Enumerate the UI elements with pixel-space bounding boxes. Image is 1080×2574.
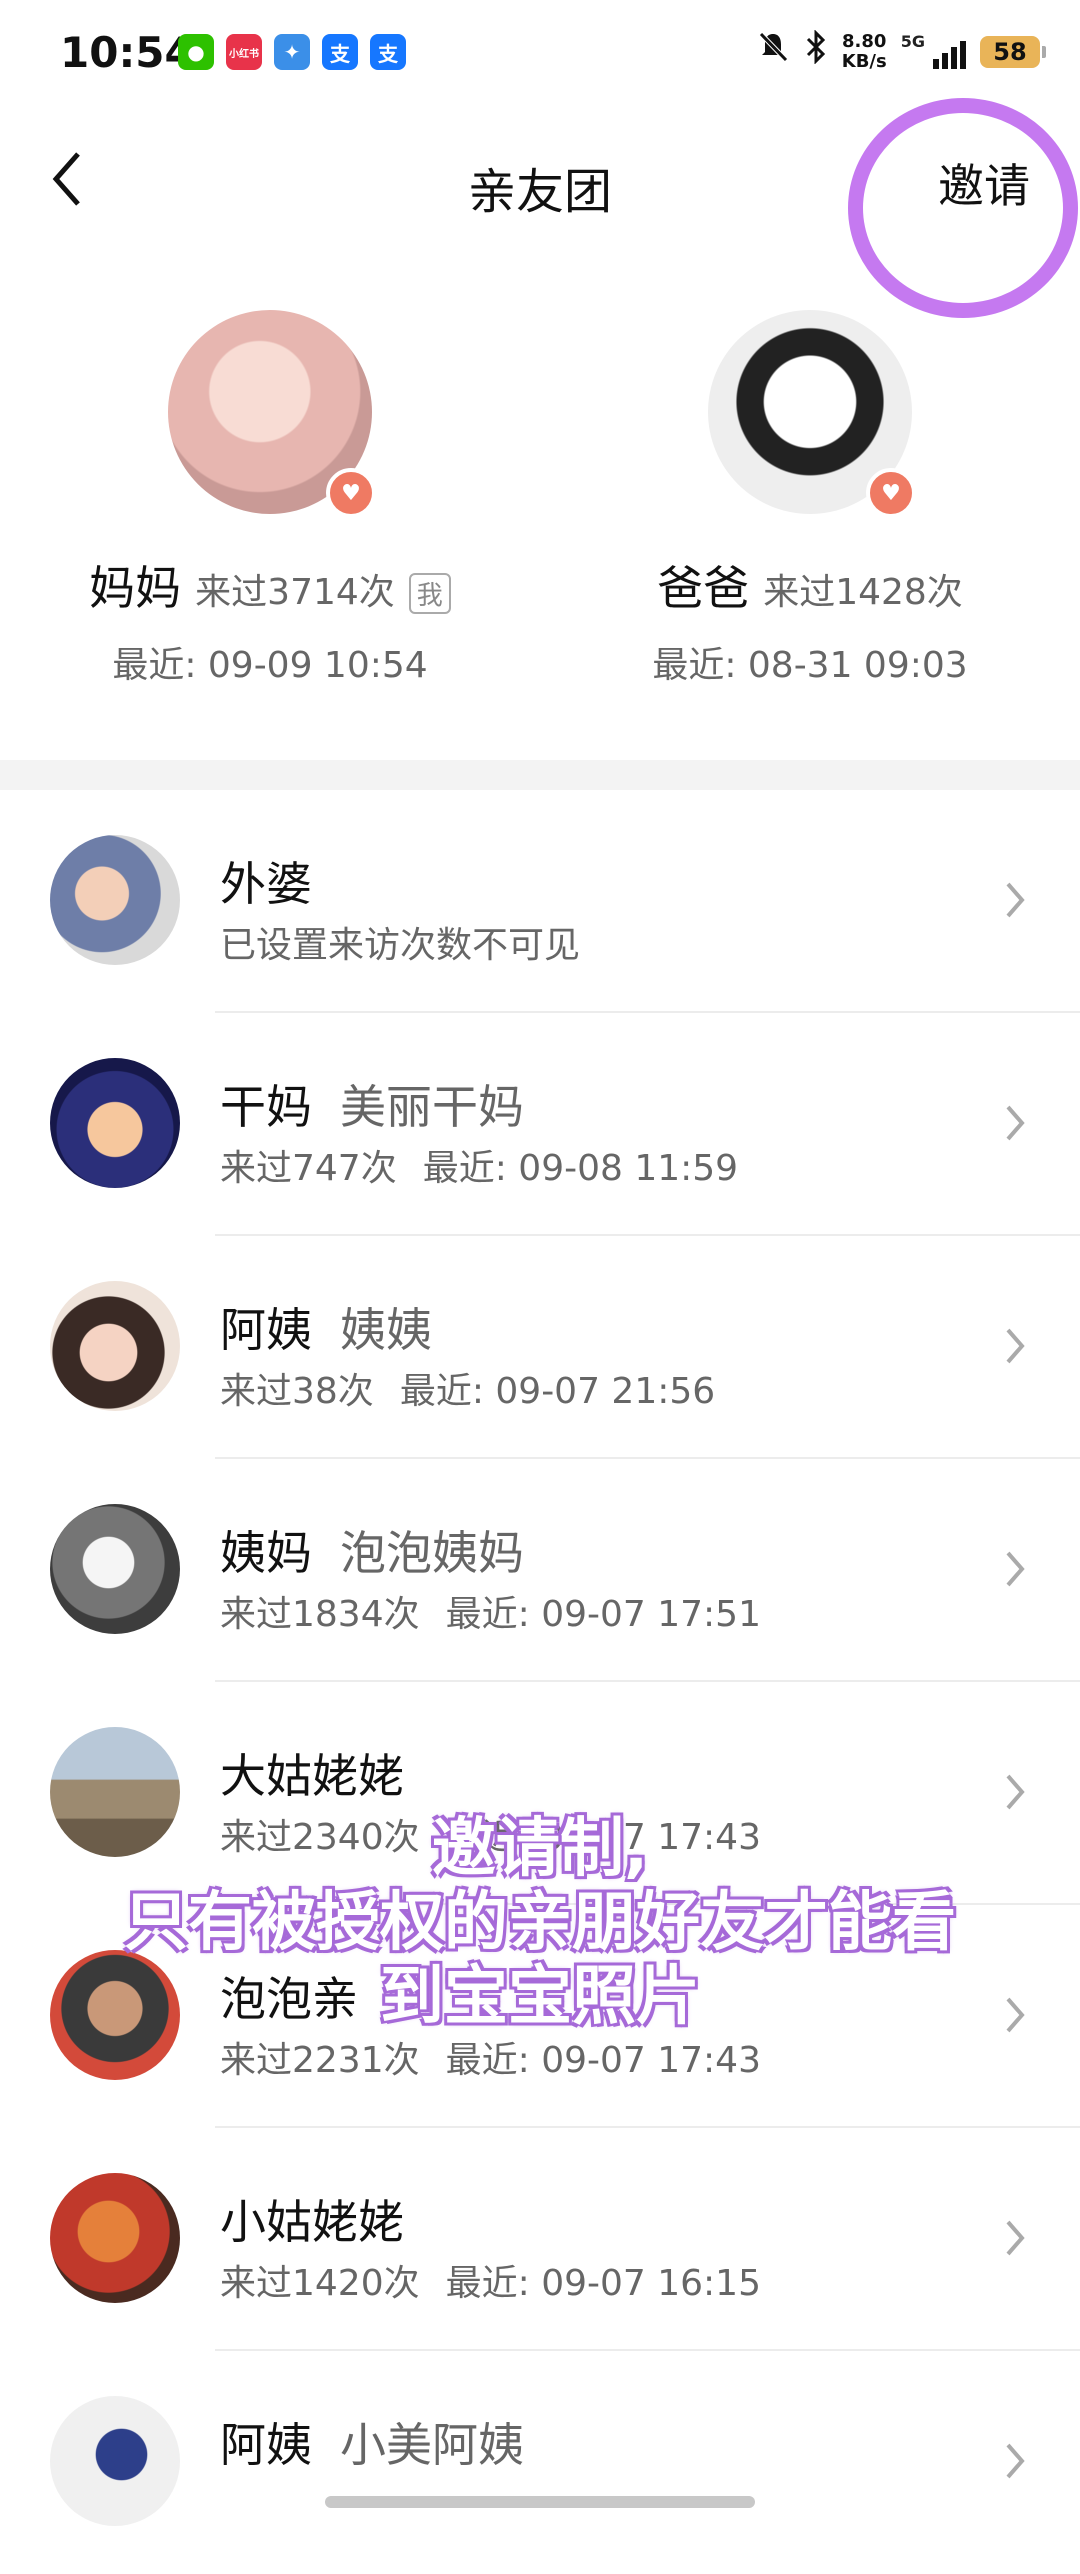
member-nickname: 泡泡姨妈	[340, 1526, 524, 1580]
avatar	[50, 1058, 180, 1188]
avatar	[50, 2173, 180, 2303]
parents-section: ♥ 妈妈 来过3714次 我 最近: 09-09 10:54 ♥ 爸爸 来过14…	[0, 310, 1080, 710]
list-item[interactable]: 姨妈 泡泡姨妈 来过1834次 最近: 09-07 17:51	[0, 1459, 1080, 1682]
mute-icon	[756, 30, 790, 73]
wechat-icon: ●	[178, 34, 214, 70]
bird-app-icon: ✦	[274, 34, 310, 70]
chevron-right-icon	[1006, 882, 1025, 918]
recent-visit: 最近: 09-07 16:15	[445, 2263, 761, 2304]
member-name: 姨妈	[220, 1526, 312, 1580]
alipay-icon: 支	[322, 34, 358, 70]
signal-icon	[933, 35, 966, 69]
chevron-right-icon	[1006, 1551, 1025, 1587]
member-name: 大姑姥姥	[220, 1749, 404, 1803]
recent-visit: 最近: 09-08 11:59	[422, 1148, 739, 1189]
visit-count: 来过38次	[220, 1371, 374, 1412]
me-badge: 我	[408, 573, 451, 614]
chevron-right-icon	[1006, 1328, 1025, 1364]
list-item[interactable]: 阿姨 小美阿姨	[0, 2351, 1080, 2574]
avatar	[50, 1281, 180, 1411]
caption-line-1: 邀请制,	[431, 1812, 649, 1886]
heart-icon: ♥	[326, 468, 376, 518]
visit-count: 已设置来访次数不可见	[220, 925, 581, 966]
notification-icons: ● 小红书 ✦ 支 支	[178, 34, 406, 70]
chevron-right-icon	[1006, 2220, 1025, 2256]
member-nickname: 姨姨	[340, 1303, 432, 1357]
recent-visit: 最近: 09-07 21:56	[399, 1371, 716, 1412]
member-name: 小姑姥姥	[220, 2195, 404, 2249]
parent-card-dad[interactable]: ♥ 爸爸 来过1428次 最近: 08-31 09:03	[540, 310, 1080, 688]
caption-line-2: 只有被授权的亲朋好友才能看	[124, 1886, 956, 1960]
avatar: ♥	[708, 310, 916, 518]
chevron-right-icon	[1006, 2443, 1025, 2479]
recent-visit: 最近: 08-31 09:03	[652, 645, 968, 686]
status-bar: 10:54 ● 小红书 ✦ 支 支 8.80 KB/s 5G 58	[0, 0, 1080, 110]
network-type: 5G	[900, 32, 925, 51]
visit-count: 来过3714次	[195, 572, 395, 613]
xiaohongshu-icon: 小红书	[226, 34, 262, 70]
visit-count: 来过1834次	[220, 1594, 420, 1635]
net-speed: 8.80 KB/s	[841, 30, 887, 72]
status-time: 10:54	[60, 28, 194, 77]
visit-count: 来过1428次	[763, 572, 963, 613]
alipay-icon: 支	[370, 34, 406, 70]
member-name: 干妈	[220, 1080, 312, 1134]
avatar: ♥	[168, 310, 376, 518]
parent-name: 妈妈	[89, 561, 182, 615]
visit-count: 来过747次	[220, 1148, 397, 1189]
status-right: 8.80 KB/s 5G 58	[756, 29, 1046, 73]
member-name: 外婆	[220, 857, 312, 911]
parent-card-mom[interactable]: ♥ 妈妈 来过3714次 我 最近: 09-09 10:54	[0, 310, 540, 688]
avatar	[50, 1504, 180, 1634]
caption-line-3: 到宝宝照片	[380, 1960, 700, 2034]
list-item[interactable]: 外婆 已设置来访次数不可见	[0, 790, 1080, 1013]
home-indicator[interactable]	[325, 2496, 755, 2508]
list-item[interactable]: 干妈 美丽干妈 来过747次 最近: 09-08 11:59	[0, 1013, 1080, 1236]
recent-visit: 最近: 09-09 10:54	[112, 645, 428, 686]
list-item[interactable]: 阿姨 姨姨 来过38次 最近: 09-07 21:56	[0, 1236, 1080, 1459]
list-item[interactable]: 小姑姥姥 来过1420次 最近: 09-07 16:15	[0, 2128, 1080, 2351]
visit-count: 来过2231次	[220, 2040, 420, 2081]
bluetooth-icon	[804, 29, 828, 73]
recent-visit: 最近: 09-07 17:43	[445, 2040, 761, 2081]
invite-highlight-circle	[848, 98, 1078, 318]
parent-name: 爸爸	[657, 561, 750, 615]
section-divider	[0, 760, 1080, 790]
member-nickname: 小美阿姨	[340, 2418, 524, 2472]
chevron-right-icon	[1006, 1774, 1025, 1810]
heart-icon: ♥	[866, 468, 916, 518]
chevron-right-icon	[1006, 1105, 1025, 1141]
battery-icon: 58	[980, 35, 1046, 68]
member-nickname: 美丽干妈	[340, 1080, 524, 1134]
member-name: 阿姨	[220, 2418, 312, 2472]
member-name: 阿姨	[220, 1303, 312, 1357]
avatar	[50, 835, 180, 965]
recent-visit: 最近: 09-07 17:51	[445, 1594, 761, 1635]
visit-count: 来过1420次	[220, 2263, 420, 2304]
avatar	[50, 2396, 180, 2526]
member-list: 外婆 已设置来访次数不可见 干妈 美丽干妈 来过747次 最近: 09-08 11:…	[0, 790, 1080, 2574]
